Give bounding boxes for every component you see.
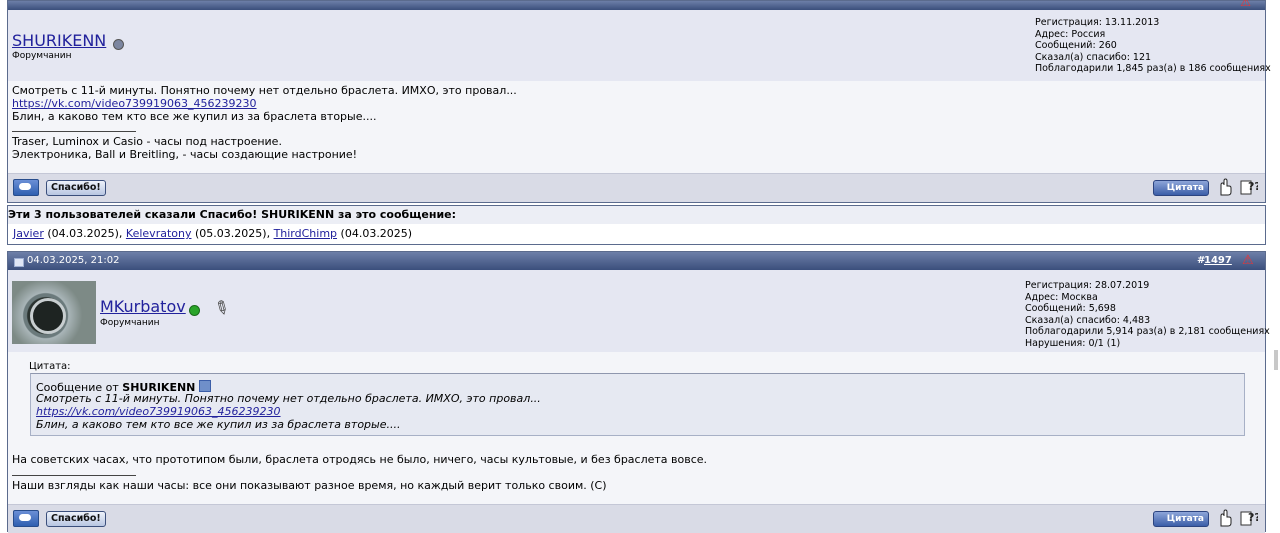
message-button[interactable] (13, 510, 39, 527)
username-link[interactable]: SHURIKENN (12, 31, 106, 50)
username-link[interactable]: MKurbatov (100, 297, 186, 316)
post-body: Цитата: Сообщение от SHURIKENN Смотреть … (8, 352, 1265, 504)
signature-line: Traser, Luminox и Casio - часы под настр… (12, 135, 282, 148)
address: Адрес: Россия (1035, 28, 1106, 40)
user-info-bar: SHURIKENN Форумчанин Регистрация: 13.11.… (8, 10, 1271, 81)
thanked: Поблагодарили 5,914 раз(а) в 2,181 сообщ… (1025, 326, 1270, 337)
offline-status-icon (113, 39, 124, 50)
user-info-bar: MKurbatov ✎ Форумчанин Регистрация: 28.0… (8, 270, 1270, 352)
post-text: На советских часах, что прототипом были,… (12, 453, 708, 466)
svg-text:??: ?? (1248, 180, 1258, 193)
quote-text-line: Смотреть с 11-й минуты. Понятно почему н… (36, 392, 541, 405)
thanks-user-link[interactable]: Javier (13, 227, 44, 240)
thanks-user-link[interactable]: ThirdChimp (274, 227, 337, 240)
post-body: Смотреть с 11-й минуты. Понятно почему н… (8, 81, 1265, 173)
violations: Нарушения: 0/1 (1) (1025, 337, 1121, 349)
multiquote-icon[interactable]: ?? (1239, 509, 1259, 527)
pencil-icon: ✎ (209, 295, 234, 322)
thanked: Поблагодарили 1,845 раз(а) в 186 сообщен… (1035, 63, 1271, 74)
reg-date: Регистрация: 28.07.2019 (1025, 280, 1150, 291)
post-footer: Спасибо! Цитата ?? (8, 504, 1265, 533)
user-stats: Регистрация: 13.11.2013 Адрес: Россия Со… (1035, 17, 1271, 75)
signature-divider (12, 131, 136, 132)
video-link[interactable]: https://vk.com/video739919063_456239230 (12, 97, 257, 111)
thanks-button[interactable]: Спасибо! (46, 511, 106, 527)
watch-avatar-image (30, 298, 66, 334)
thanks-user-link[interactable]: Kelevratony (126, 227, 192, 240)
report-icon[interactable]: ⚠ (1242, 253, 1254, 268)
quote-button[interactable]: Цитата (1153, 180, 1209, 196)
post-text-line: Смотреть с 11-й минуты. Понятно почему н… (12, 84, 517, 97)
post-count: Сообщений: 260 (1035, 40, 1117, 51)
thanks-date: (04.03.2025) (340, 227, 413, 240)
address: Адрес: Москва (1025, 291, 1098, 303)
hand-icon[interactable] (1214, 509, 1234, 527)
post-count: Сообщений: 5,698 (1025, 303, 1116, 314)
post-text-line: Блин, а каково тем кто все же купил из з… (12, 110, 377, 123)
scrollbar-thumb[interactable] (1274, 350, 1278, 370)
avatar[interactable] (12, 281, 96, 344)
thanks-date: (04.03.2025) (47, 227, 119, 240)
quote-label: Цитата: (29, 361, 71, 372)
quote-video-link[interactable]: https://vk.com/video739919063_456239230 (36, 405, 281, 419)
thanks-box: Эти 3 пользователей сказали Спасибо! SHU… (7, 205, 1266, 245)
post-2: 04.03.2025, 21:02 # 1497 ⚠ MKurbatov ✎ Ф… (7, 251, 1270, 533)
said-thanks: Сказал(а) спасибо: 121 (1035, 51, 1152, 63)
post-header-bar: ⚠ (8, 0, 1265, 10)
thanks-header: Эти 3 пользователей сказали Спасибо! SHU… (8, 206, 1265, 224)
report-icon[interactable]: ⚠ (1240, 0, 1251, 9)
user-title: Форумчанин (12, 51, 72, 61)
post-footer: Спасибо! Цитата ?? (8, 173, 1265, 202)
thanks-date: (05.03.2025) (194, 227, 267, 240)
multiquote-icon[interactable]: ?? (1239, 178, 1259, 196)
post-datetime: 04.03.2025, 21:02 (27, 255, 120, 266)
svg-text:??: ?? (1248, 511, 1258, 524)
signature-line: Наши взгляды как наши часы: все они пока… (12, 479, 607, 492)
post-number-link[interactable]: 1497 (1204, 255, 1232, 266)
post-header-bar: 04.03.2025, 21:02 # 1497 ⚠ (8, 252, 1265, 270)
message-button[interactable] (13, 179, 39, 196)
signature-line: Электроника, Ball и Breitling, - часы со… (12, 148, 358, 161)
post-1: ⚠ SHURIKENN Форумчанин Регистрация: 13.1… (7, 0, 1271, 203)
quote-button[interactable]: Цитата (1153, 511, 1209, 527)
signature-divider (12, 475, 136, 476)
quote-box: Сообщение от SHURIKENN Смотреть с 11-й м… (30, 373, 1245, 436)
online-status-icon (189, 305, 200, 316)
hand-icon[interactable] (1214, 178, 1234, 196)
user-title: Форумчанин (100, 318, 160, 328)
thanks-button[interactable]: Спасибо! (46, 180, 106, 196)
view-post-icon[interactable] (198, 380, 211, 392)
user-stats: Регистрация: 28.07.2019 Адрес: Москва Со… (1025, 280, 1270, 349)
reg-date: Регистрация: 13.11.2013 (1035, 17, 1160, 28)
post-icon (14, 258, 24, 267)
thanks-users: Javier (04.03.2025), Kelevratony (05.03.… (13, 227, 413, 240)
quote-text-line: Блин, а каково тем кто все же купил из з… (36, 418, 401, 431)
said-thanks: Сказал(а) спасибо: 4,483 (1025, 314, 1151, 326)
